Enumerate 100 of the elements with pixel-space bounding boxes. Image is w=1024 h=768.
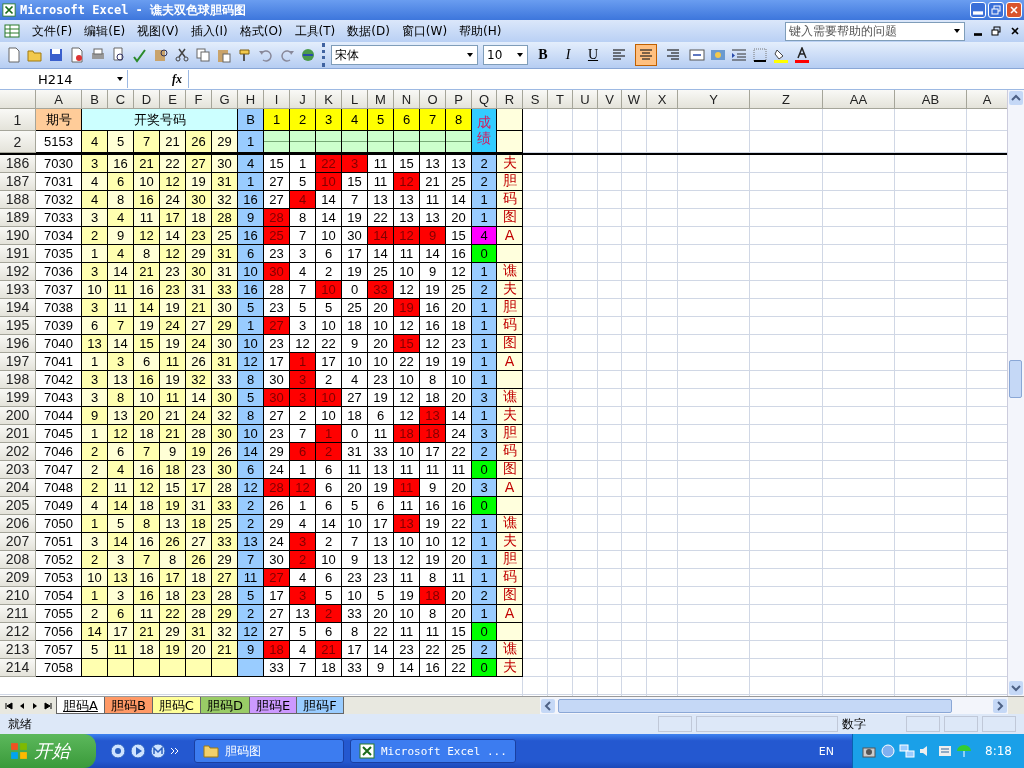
column-header[interactable]: B	[82, 90, 108, 109]
input-method-icon[interactable]	[937, 743, 954, 759]
row-header[interactable]: 2	[0, 131, 36, 153]
sheet-tab[interactable]: 胆码B	[103, 697, 153, 714]
column-header[interactable]: J	[290, 90, 316, 109]
font-color-icon[interactable]	[794, 47, 810, 63]
sheet-tab[interactable]: 胆码F	[296, 697, 344, 714]
currency-icon[interactable]	[710, 47, 726, 63]
column-header[interactable]: Q	[472, 90, 497, 109]
new-document-icon[interactable]	[6, 47, 22, 63]
column-header[interactable]: Z	[750, 90, 823, 109]
fill-color-icon[interactable]	[773, 47, 789, 63]
merge-center-icon[interactable]	[689, 47, 705, 63]
cut-icon[interactable]	[174, 47, 190, 63]
chevron-icon[interactable]	[170, 746, 180, 756]
taskbar-button[interactable]: Microsoft Excel ...	[350, 739, 516, 763]
menu-item[interactable]: 帮助(H)	[453, 22, 508, 40]
hyperlink-icon[interactable]	[300, 47, 316, 63]
scroll-down-icon[interactable]	[1009, 681, 1023, 695]
media-player-icon[interactable]	[130, 743, 146, 759]
column-header[interactable]: S	[523, 90, 548, 109]
globe-icon[interactable]	[880, 743, 897, 759]
menu-item[interactable]: 插入(I)	[184, 22, 234, 40]
column-header[interactable]: Y	[678, 90, 750, 109]
column-header[interactable]: W	[622, 90, 647, 109]
format-painter-icon[interactable]	[237, 47, 253, 63]
print-preview-icon[interactable]	[111, 47, 127, 63]
sheet-tab[interactable]: 胆码D	[199, 697, 250, 714]
scroll-left-icon[interactable]	[541, 698, 555, 713]
column-header[interactable]: E	[160, 90, 186, 109]
name-box[interactable]: H214	[0, 70, 128, 88]
excel-document-icon[interactable]	[4, 23, 20, 39]
restore-button[interactable]	[988, 2, 1004, 18]
spelling-icon[interactable]	[132, 47, 148, 63]
italic-button[interactable]: I	[558, 45, 578, 65]
browser-icon[interactable]	[110, 743, 126, 759]
column-header[interactable]: I	[264, 90, 290, 109]
bold-button[interactable]: B	[533, 45, 553, 65]
menu-item[interactable]: 窗口(W)	[395, 22, 454, 40]
minimize-button[interactable]	[970, 2, 986, 18]
minimize-icon[interactable]	[974, 32, 982, 36]
taskbar-button[interactable]: 胆码图	[194, 739, 344, 763]
vertical-scrollbar[interactable]	[1007, 90, 1024, 696]
column-header[interactable]: A	[967, 90, 1007, 109]
first-sheet-icon[interactable]	[4, 700, 14, 711]
open-folder-icon[interactable]	[27, 47, 43, 63]
scroll-up-icon[interactable]	[1009, 91, 1023, 105]
column-header[interactable]: U	[573, 90, 598, 109]
underline-button[interactable]: U	[583, 45, 603, 65]
redo-icon[interactable]	[279, 47, 295, 63]
sheet-tab[interactable]: 胆码C	[151, 697, 201, 714]
column-header[interactable]: L	[342, 90, 368, 109]
scrollbar-thumb[interactable]	[1009, 360, 1022, 398]
column-header[interactable]: M	[368, 90, 394, 109]
permission-icon[interactable]	[69, 47, 85, 63]
help-search-field[interactable]: 键入需要帮助的问题	[785, 21, 965, 41]
font-size-field[interactable]: 10	[483, 45, 528, 65]
column-header[interactable]: K	[316, 90, 342, 109]
language-indicator[interactable]: EN	[806, 744, 847, 758]
menu-item[interactable]: 工具(T)	[288, 22, 342, 40]
insert-function-button[interactable]: fx	[172, 71, 186, 87]
sheet-tab[interactable]: 胆码A	[56, 697, 105, 714]
menu-item[interactable]: 格式(O)	[233, 22, 289, 40]
column-header[interactable]: D	[134, 90, 160, 109]
column-header[interactable]: AA	[823, 90, 895, 109]
indent-icon[interactable]	[731, 47, 747, 63]
menu-item[interactable]: 文件(F)	[26, 22, 79, 40]
last-sheet-icon[interactable]	[43, 700, 53, 711]
menu-item[interactable]: 视图(V)	[131, 22, 185, 40]
column-header[interactable]: C	[108, 90, 134, 109]
align-center-button[interactable]	[635, 44, 657, 66]
row-header[interactable]: 1	[0, 109, 36, 131]
column-header[interactable]: A	[36, 90, 82, 109]
scrollbar-thumb[interactable]	[558, 698, 952, 713]
horizontal-scrollbar[interactable]	[540, 697, 1008, 714]
column-header[interactable]: G	[212, 90, 238, 109]
undo-icon[interactable]	[258, 47, 274, 63]
column-header[interactable]: H	[238, 90, 264, 109]
column-header[interactable]: O	[420, 90, 446, 109]
restore-icon[interactable]	[991, 26, 1001, 36]
column-header[interactable]: P	[446, 90, 472, 109]
network-icon[interactable]	[899, 743, 916, 759]
copy-icon[interactable]	[195, 47, 211, 63]
sheet-tab[interactable]: 胆码E	[248, 697, 298, 714]
messenger-icon[interactable]	[150, 743, 166, 759]
paste-icon[interactable]	[216, 47, 232, 63]
research-icon[interactable]	[153, 47, 169, 63]
font-name-field[interactable]: 宋体	[331, 45, 478, 65]
column-header[interactable]: N	[394, 90, 420, 109]
column-header[interactable]: AB	[895, 90, 967, 109]
close-button[interactable]	[1006, 2, 1022, 18]
save-icon[interactable]	[48, 47, 64, 63]
scroll-right-icon[interactable]	[993, 698, 1007, 713]
borders-icon[interactable]	[752, 47, 768, 63]
column-header[interactable]: X	[647, 90, 678, 109]
column-header[interactable]: T	[548, 90, 573, 109]
select-all-corner[interactable]	[0, 90, 36, 109]
menu-item[interactable]: 数据(D)	[341, 22, 396, 40]
menu-item[interactable]: 编辑(E)	[78, 22, 132, 40]
column-header[interactable]: V	[598, 90, 622, 109]
